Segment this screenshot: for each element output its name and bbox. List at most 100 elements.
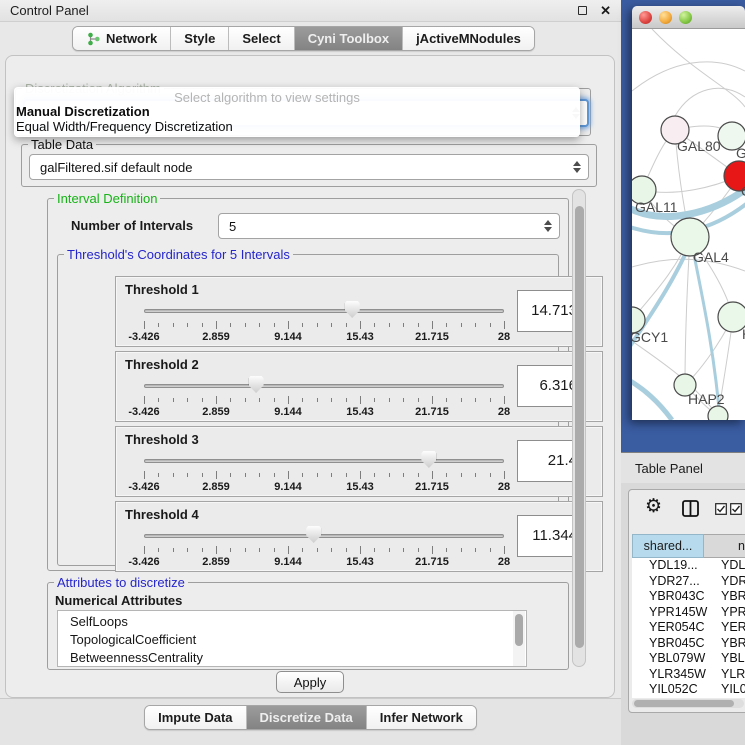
table-row[interactable]: YDL19... YDL1 <box>632 558 745 574</box>
threshold-label: Threshold 1 <box>125 282 199 297</box>
slider-track[interactable] <box>144 534 504 538</box>
group-title: Interval Definition <box>54 191 160 206</box>
column-header-name[interactable]: n <box>704 534 745 558</box>
close-window-icon[interactable] <box>639 11 652 24</box>
close-panel-icon[interactable]: ✕ <box>600 4 611 17</box>
network-node-h[interactable] <box>718 302 745 332</box>
shared-name-cell: YLR345W <box>632 667 704 683</box>
table-header-row: shared... n <box>632 534 745 558</box>
apply-button[interactable]: Apply <box>276 671 344 693</box>
dropdown-item-manual-discretization[interactable]: Manual Discretization <box>16 104 150 119</box>
tab-network[interactable]: Network <box>73 27 171 50</box>
bottom-tab-group: Impute Data Discretize Data Infer Networ… <box>144 705 477 730</box>
checked-checkbox-icon[interactable] <box>715 503 727 515</box>
attribute-list-item[interactable]: TopologicalCoefficient <box>70 631 526 649</box>
table-horizontal-scrollbar[interactable] <box>632 699 744 708</box>
tab-label: Discretize Data <box>260 710 353 725</box>
network-canvas[interactable]: GAL80GACGAL11GAL4GCY1HHAP2 <box>632 29 745 420</box>
name-cell: YPR1 <box>704 605 745 621</box>
table-row[interactable]: YBR045C YBR0 <box>632 636 745 652</box>
tab-label: Select <box>242 31 280 46</box>
control-panel: Control Panel ✕ Network Style Select Cyn… <box>0 0 621 745</box>
slider-handle[interactable] <box>345 301 360 318</box>
node-label-ga: GA <box>736 145 745 161</box>
number-of-intervals-combobox[interactable]: 5 <box>218 213 560 239</box>
network-icon <box>86 32 101 46</box>
number-of-intervals-value: 5 <box>229 219 236 234</box>
table-toolbar: ⚙ <box>629 490 745 532</box>
node-label-c: C <box>741 183 745 199</box>
slider-track[interactable] <box>144 309 504 313</box>
slider-ticks <box>144 546 504 555</box>
number-of-intervals-label: Number of Intervals <box>71 218 193 233</box>
tab-infer-network[interactable]: Infer Network <box>367 706 476 729</box>
scrollbar-thumb[interactable] <box>634 700 734 707</box>
tab-label: Style <box>184 31 215 46</box>
network-graph: GAL80GACGAL11GAL4GCY1HHAP2 <box>632 29 745 420</box>
slider-tick-labels: -3.4262.8599.14415.4321.71528 <box>144 481 504 495</box>
threshold-slider[interactable]: -3.4262.8599.14415.4321.71528 <box>144 526 504 572</box>
table-body: YDL19... YDL1 YDR27... YDR2 YBR043C YBR0… <box>632 558 745 698</box>
bottom-tab-row: Impute Data Discretize Data Infer Networ… <box>0 698 621 745</box>
tab-style[interactable]: Style <box>171 27 229 50</box>
scrollbar-thumb[interactable] <box>515 614 523 646</box>
name-cell: YLR3 <box>704 667 745 683</box>
threshold-slider[interactable]: -3.4262.8599.14415.4321.71528 <box>144 376 504 422</box>
table-row[interactable]: YPR145W YPR1 <box>632 605 745 621</box>
zoom-window-icon[interactable] <box>679 11 692 24</box>
minimize-window-icon[interactable] <box>659 11 672 24</box>
scrollbar-thumb[interactable] <box>575 206 584 648</box>
cyni-toolbox-panel: Discretization Algorithm Select algorith… <box>5 55 615 698</box>
table-panel-title: Table Panel <box>635 461 703 476</box>
threshold-label: Threshold 2 <box>125 357 199 372</box>
slider-tick-labels: -3.4262.8599.14415.4321.71528 <box>144 556 504 570</box>
table-panel: ⚙ shared... n YDL19... YDL1 YDR27... YDR… <box>628 489 745 713</box>
numerical-attributes-list[interactable]: SelfLoopsTopologicalCoefficientBetweenne… <box>57 610 527 667</box>
attribute-list-item[interactable]: BetweennessCentrality <box>70 649 526 667</box>
tab-impute-data[interactable]: Impute Data <box>145 706 246 729</box>
table-row[interactable]: YBL079W YBL0 <box>632 651 745 667</box>
table-row[interactable]: YER054C YER0 <box>632 620 745 636</box>
threshold-slider[interactable]: -3.4262.8599.14415.4321.71528 <box>144 451 504 497</box>
slider-handle[interactable] <box>306 526 321 543</box>
network-view-window[interactable]: GAL80GACGAL11GAL4GCY1HHAP2 <box>632 6 745 420</box>
tab-discretize-data[interactable]: Discretize Data <box>247 706 367 729</box>
settings-scrollbar[interactable] <box>572 189 586 667</box>
table-row[interactable]: YLR345W YLR3 <box>632 667 745 683</box>
shared-name-cell: YBR045C <box>632 636 704 652</box>
table-row[interactable]: YIL052C YIL0 <box>632 682 745 698</box>
float-panel-icon[interactable] <box>578 6 587 15</box>
group-title: Attributes to discretize <box>54 575 188 590</box>
threshold-label: Threshold 4 <box>125 507 199 522</box>
tab-jactivemnodules[interactable]: jActiveMNodules <box>403 27 534 50</box>
checked-checkbox-icon[interactable] <box>730 503 742 515</box>
threshold-slider[interactable]: -3.4262.8599.14415.4321.71528 <box>144 301 504 347</box>
slider-handle[interactable] <box>249 376 264 393</box>
slider-handle[interactable] <box>421 451 436 468</box>
table-data-combobox[interactable]: galFiltered.sif default node <box>29 154 589 180</box>
slider-track[interactable] <box>144 459 504 463</box>
tab-select[interactable]: Select <box>229 27 294 50</box>
network-window-titlebar <box>632 6 745 29</box>
tab-label: jActiveMNodules <box>416 31 521 46</box>
slider-track[interactable] <box>144 384 504 388</box>
node-label-gal80: GAL80 <box>677 138 721 154</box>
shared-name-cell: YPR145W <box>632 605 704 621</box>
dropdown-item-equal-width-frequency[interactable]: Equal Width/Frequency Discretization <box>16 119 233 134</box>
attribute-list-item[interactable]: SelfLoops <box>70 613 526 631</box>
settings-gear-icon[interactable]: ⚙ <box>645 497 662 516</box>
split-columns-icon[interactable] <box>682 500 699 517</box>
tab-label: Cyni Toolbox <box>308 31 389 46</box>
tab-label: Network <box>106 31 157 46</box>
attributes-list-scrollbar[interactable] <box>513 611 525 666</box>
table-row[interactable]: YDR27... YDR2 <box>632 574 745 590</box>
table-row[interactable]: YBR043C YBR0 <box>632 589 745 605</box>
stepper-arrows-icon <box>573 161 581 173</box>
column-header-shared-name[interactable]: shared... <box>632 534 704 558</box>
network-node[interactable] <box>708 406 728 420</box>
node-label-hap2: HAP2 <box>688 391 725 407</box>
name-cell: YER0 <box>704 620 745 636</box>
tab-cyni-toolbox[interactable]: Cyni Toolbox <box>295 27 403 50</box>
algorithm-dropdown-popup: Select algorithm to view settings Manual… <box>14 87 580 137</box>
name-cell: YIL0 <box>704 682 745 698</box>
